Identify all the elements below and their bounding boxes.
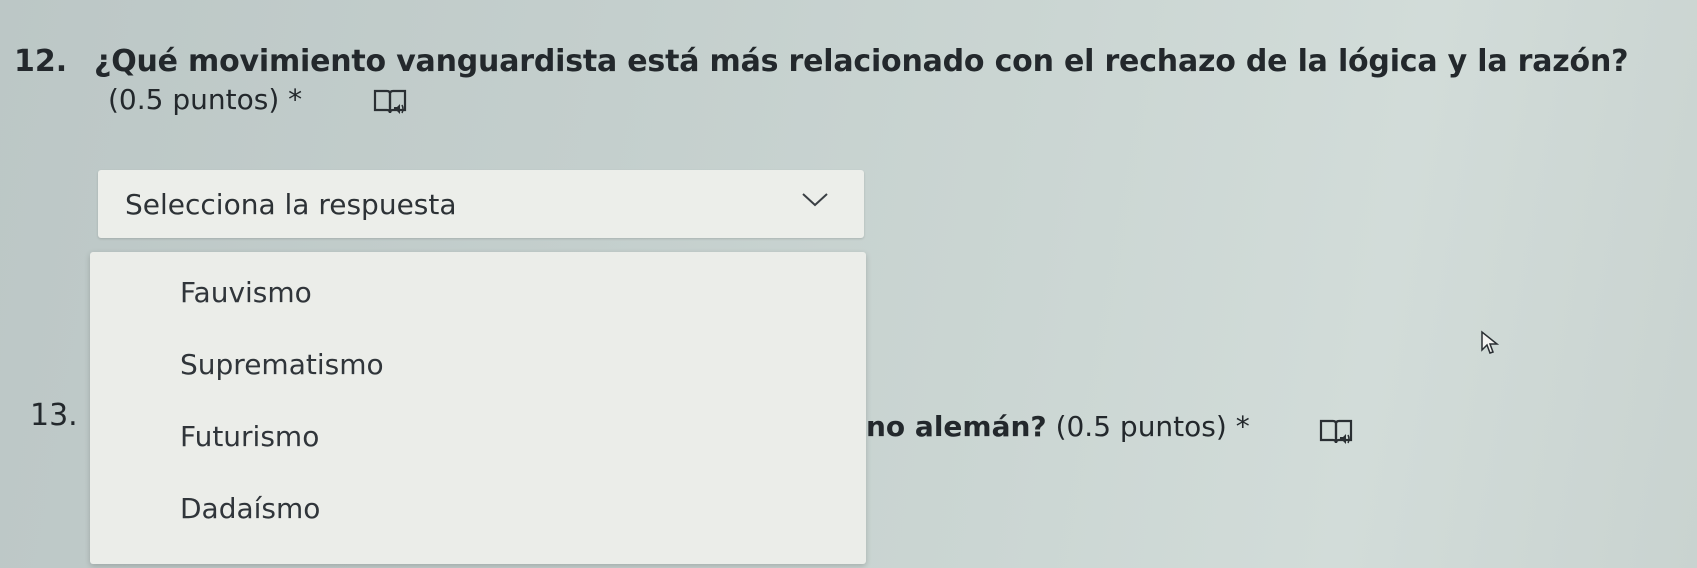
option-label: Fauvismo: [180, 276, 312, 309]
dropdown-option-futurismo[interactable]: Futurismo: [90, 404, 866, 474]
question-title-visible: no alemán?: [866, 410, 1047, 443]
question-number: 12.: [14, 44, 68, 79]
immersive-reader-icon[interactable]: [372, 87, 408, 117]
question-points: (0.5 puntos) *: [108, 83, 303, 116]
question-title: ¿Qué movimiento vanguardista está más re…: [94, 44, 1629, 79]
question-title: no alemán? (0.5 puntos) *: [866, 410, 1250, 443]
option-label: Futurismo: [180, 420, 320, 453]
option-label: Suprematismo: [180, 348, 384, 381]
immersive-reader-icon[interactable]: [1318, 417, 1354, 447]
dropdown-option-suprematismo[interactable]: Suprematismo: [90, 332, 866, 402]
dropdown-option-fauvismo[interactable]: Fauvismo: [90, 260, 866, 330]
option-label: Dadaísmo: [180, 492, 321, 525]
chevron-down-icon: [802, 193, 828, 207]
dropdown-options-list: Fauvismo Suprematismo Futurismo Dadaísmo: [90, 252, 866, 564]
answer-dropdown[interactable]: Selecciona la respuesta: [98, 170, 864, 238]
dropdown-placeholder: Selecciona la respuesta: [125, 188, 457, 221]
mouse-cursor-icon: [1481, 330, 1500, 354]
question-points: (0.5 puntos) *: [1055, 410, 1250, 443]
dropdown-option-dadaismo[interactable]: Dadaísmo: [90, 476, 866, 546]
question-number: 13.: [30, 398, 78, 433]
